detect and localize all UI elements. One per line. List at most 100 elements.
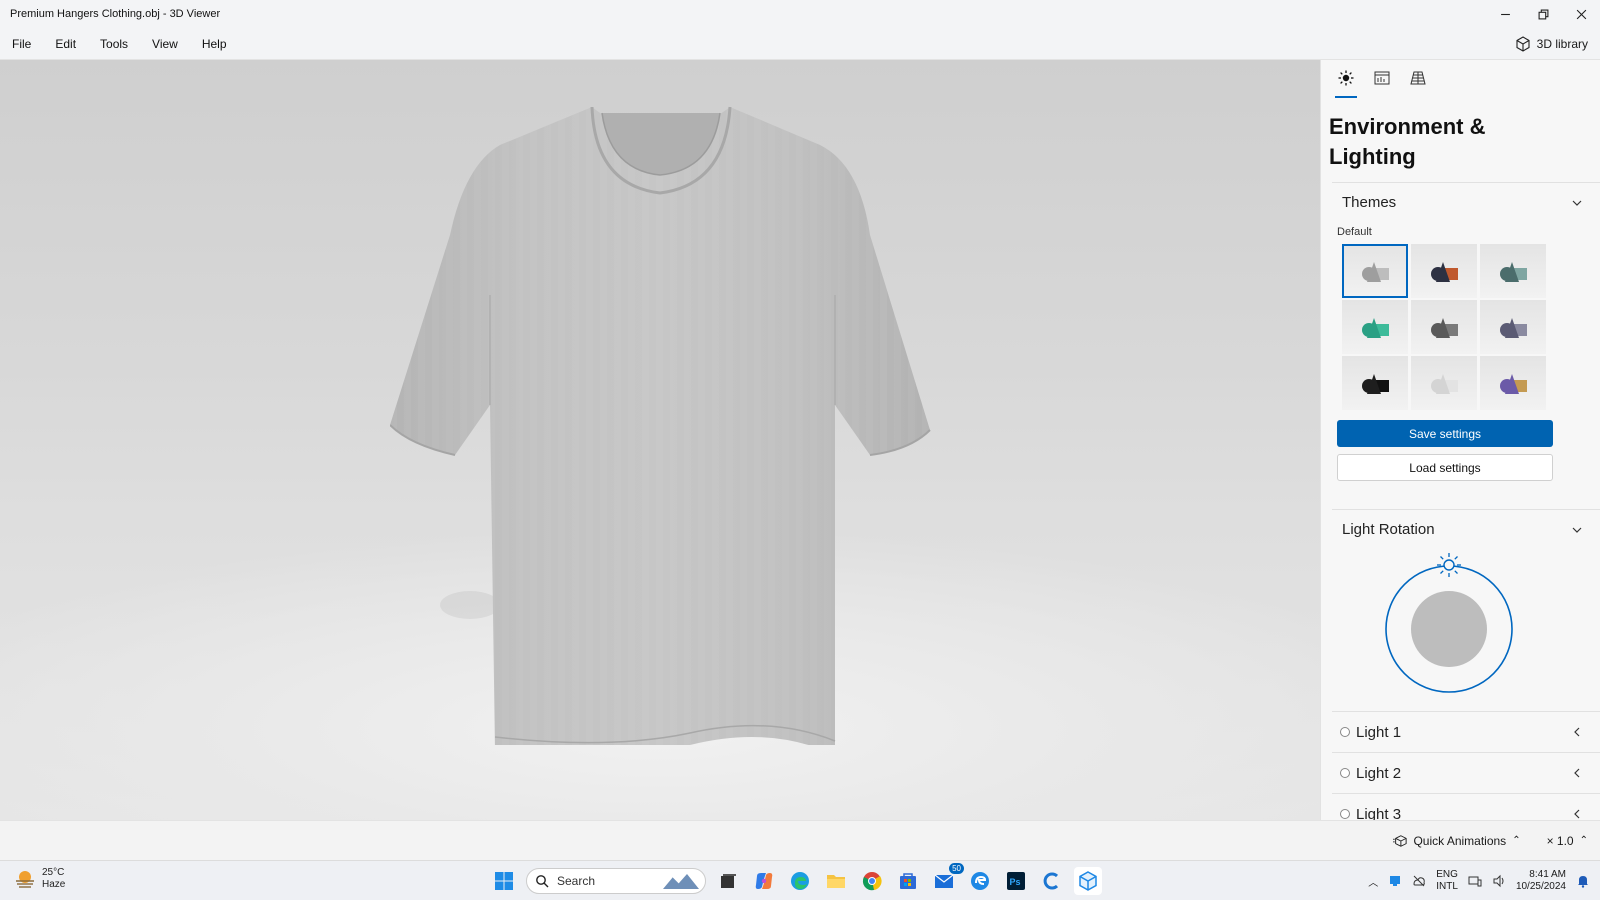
3d-viewer-button[interactable]	[1074, 867, 1102, 895]
quick-animations-label: Quick Animations	[1413, 833, 1507, 848]
themes-grid	[1321, 238, 1600, 410]
store-icon	[900, 873, 916, 889]
light-1-radio[interactable]	[1340, 727, 1350, 737]
animation-cube-icon	[1393, 834, 1408, 847]
file-explorer-button[interactable]	[822, 867, 850, 895]
store-button[interactable]	[894, 867, 922, 895]
3d-viewport[interactable]	[0, 60, 1320, 820]
copilot-button[interactable]	[750, 867, 778, 895]
theme-black[interactable]	[1342, 356, 1408, 410]
clock-time: 8:41 AM	[1529, 869, 1566, 880]
menu-edit[interactable]: Edit	[43, 28, 88, 60]
theme-preview-icon	[1431, 374, 1458, 394]
menu-view[interactable]: View	[140, 28, 190, 60]
menu-help[interactable]: Help	[190, 28, 239, 60]
clock[interactable]: 8:41 AM 10/25/2024	[1516, 869, 1566, 893]
themes-default-label: Default	[1337, 226, 1372, 238]
chrome-icon	[862, 872, 882, 891]
tray-app-icon[interactable]	[1388, 874, 1402, 888]
theme-preview-icon	[1500, 318, 1527, 338]
language-indicator[interactable]: ENG INTL	[1436, 869, 1458, 893]
light-1-row[interactable]: Light 1	[1332, 711, 1600, 752]
mail-badge: 50	[949, 863, 964, 874]
grid-icon	[1410, 71, 1426, 85]
theme-green[interactable]	[1342, 300, 1408, 354]
close-icon	[1576, 9, 1586, 19]
restore-button[interactable]	[1524, 0, 1562, 28]
tab-grid[interactable]	[1407, 70, 1429, 98]
theme-light[interactable]	[1411, 356, 1477, 410]
theme-dark-orange[interactable]	[1411, 244, 1477, 298]
light-2-label: Light 2	[1356, 764, 1402, 782]
theme-preview-icon	[1431, 318, 1458, 338]
load-settings-button[interactable]: Load settings	[1337, 454, 1553, 481]
stats-icon	[1374, 71, 1390, 85]
window-title: Premium Hangers Clothing.obj - 3D Viewer	[10, 8, 221, 20]
light-3-label: Light 3	[1356, 805, 1402, 821]
theme-preview-icon	[1500, 262, 1527, 282]
clock-date: 10/25/2024	[1515, 881, 1566, 892]
panel-tabs	[1321, 60, 1600, 100]
3d-library-button[interactable]: 3D library	[1515, 35, 1600, 52]
photoshop-button[interactable]: Ps	[1002, 867, 1030, 895]
theme-dark-grey[interactable]	[1411, 300, 1477, 354]
light-2-row[interactable]: Light 2	[1332, 752, 1600, 793]
quick-animations-button[interactable]: Quick Animations ⌃	[1393, 833, 1521, 848]
weather-widget[interactable]: 25°C Haze	[14, 867, 65, 891]
themes-label: Themes	[1342, 194, 1397, 211]
tshirt-model[interactable]	[390, 105, 950, 745]
themes-section-header[interactable]: Themes	[1332, 182, 1600, 222]
minimize-button[interactable]	[1486, 0, 1524, 28]
caret-up-icon: ⌃	[1512, 835, 1521, 846]
light-rotation-dial[interactable]	[1379, 553, 1519, 693]
theme-violet-gold[interactable]	[1480, 356, 1546, 410]
edge-button[interactable]	[786, 867, 814, 895]
chevron-down-icon	[1572, 527, 1582, 533]
notification-bell-icon[interactable]	[1576, 874, 1590, 888]
task-view-button[interactable]	[714, 867, 742, 895]
theme-preview-icon	[1431, 262, 1458, 282]
menu-tools[interactable]: Tools	[88, 28, 140, 60]
tab-stats[interactable]	[1371, 70, 1393, 98]
taskbar: 25°C Haze Search 50 Ps ︿ ENG INTL 8:41 A…	[0, 860, 1600, 900]
theme-purple-grey[interactable]	[1480, 300, 1546, 354]
menu-file[interactable]: File	[0, 28, 43, 60]
light-3-radio[interactable]	[1340, 809, 1350, 819]
mail-button[interactable]: 50	[930, 863, 964, 895]
start-button[interactable]	[490, 867, 518, 895]
theme-preview-icon	[1362, 262, 1389, 282]
chevron-up-icon[interactable]: ︿	[1368, 874, 1378, 889]
3d-library-label: 3D library	[1536, 36, 1588, 51]
speed-value: × 1.0	[1546, 833, 1574, 848]
light-3-row[interactable]: Light 3	[1332, 793, 1600, 820]
theme-grey[interactable]	[1342, 244, 1408, 298]
chrome-button[interactable]	[858, 867, 886, 895]
light-rotation-label: Light Rotation	[1342, 521, 1435, 538]
onedrive-offline-icon[interactable]	[1412, 874, 1426, 888]
search-placeholder: Search	[557, 874, 596, 888]
haze-icon	[16, 871, 34, 888]
minimize-icon	[1500, 13, 1510, 15]
taskbar-search[interactable]: Search	[526, 868, 706, 894]
light-1-label: Light 1	[1356, 723, 1402, 741]
cortana-button[interactable]	[1038, 867, 1066, 895]
edge-icon	[791, 872, 809, 890]
cortana-icon	[1043, 872, 1059, 890]
network-icon[interactable]	[1468, 874, 1482, 888]
windows-icon	[495, 872, 513, 890]
tab-lighting[interactable]	[1335, 70, 1357, 98]
light-handle-sun-icon[interactable]	[1434, 550, 1464, 580]
speed-selector[interactable]: × 1.0 ⌃	[1547, 834, 1588, 848]
theme-teal-grey[interactable]	[1480, 244, 1546, 298]
weather-text: 25°C Haze	[42, 867, 65, 891]
save-settings-button[interactable]: Save settings	[1337, 420, 1553, 447]
edge-alt-button[interactable]	[966, 867, 994, 895]
lang-bottom: INTL	[1436, 881, 1458, 892]
light-rotation-section-header[interactable]: Light Rotation	[1332, 509, 1600, 549]
volume-icon[interactable]	[1492, 874, 1506, 888]
close-button[interactable]	[1562, 0, 1600, 28]
light-2-radio[interactable]	[1340, 768, 1350, 778]
theme-preview-icon	[1362, 318, 1389, 338]
environment-panel: Environment & Lighting Themes Default Sa…	[1320, 60, 1600, 820]
